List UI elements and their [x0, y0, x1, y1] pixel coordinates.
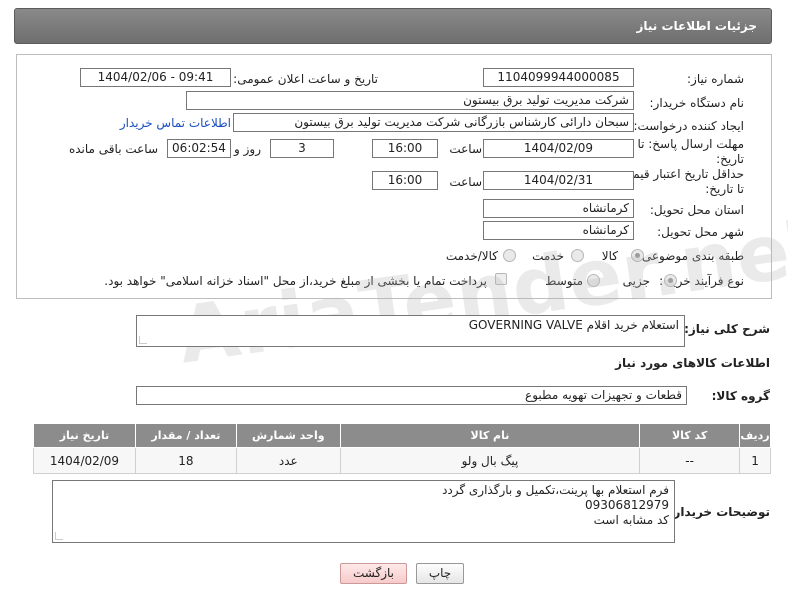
cell-code: --	[639, 447, 741, 474]
deadline-remaining-field: 06:02:54	[167, 139, 231, 158]
deadline-remaining-label: ساعت باقی مانده	[68, 142, 158, 156]
treasury-payment-note: پرداخت تمام یا بخشی از مبلغ خرید،از محل …	[104, 274, 487, 288]
page-title: جزئیات اطلاعات نیاز	[636, 19, 757, 33]
creator-label: ایجاد کننده درخواست:	[633, 119, 744, 133]
cell-date: 1404/02/09	[33, 447, 136, 474]
process-radio-medium[interactable]	[587, 274, 600, 287]
buyer-notes-label: توضیحات خریدار:	[668, 505, 770, 519]
goods-group-label: گروه کالا:	[711, 389, 770, 403]
summary-label: شرح کلی نیاز:	[684, 322, 770, 336]
summary-field: استعلام خرید اقلام GOVERNING VALVE	[136, 315, 685, 347]
goods-group-field: قطعات و تجهیزات تهویه مطبوع	[136, 386, 687, 405]
page-header: جزئیات اطلاعات نیاز	[14, 8, 772, 44]
process-option-minor: جزیی	[622, 274, 650, 288]
need-number-field: 1104099944000085	[483, 68, 634, 87]
resize-grip-icon	[139, 336, 147, 344]
deadline-days-label: روز و	[234, 142, 261, 156]
province-label: استان محل تحویل:	[649, 203, 744, 217]
deadline-time-field: 16:00	[372, 139, 438, 158]
treasury-payment-checkbox[interactable]	[495, 273, 507, 285]
buyer-notes-line: 09306812979	[585, 498, 669, 512]
deadline-days-field: 3	[270, 139, 334, 158]
buyer-notes-field: فرم استعلام بها پرینت،تکمیل و بارگذاری گ…	[52, 480, 675, 543]
city-field: کرمانشاه	[483, 221, 634, 240]
col-header-unit: واحد شمارش	[235, 423, 341, 448]
table-header-row: ردیف کد کالا نام کالا واحد شمارش تعداد /…	[33, 423, 771, 448]
announce-field: 1404/02/06 - 09:41	[80, 68, 231, 87]
cell-unit: عدد	[235, 447, 341, 474]
buyer-org-label: نام دستگاه خریدار:	[649, 96, 745, 110]
back-button[interactable]: بازگشت	[340, 563, 407, 584]
category-radio-goods[interactable]	[631, 249, 644, 262]
buyer-notes-line: کد مشابه است	[593, 513, 669, 527]
buyer-org-field: شرکت مدیریت تولید برق بیستون	[186, 91, 634, 110]
price-validity-date-field: 1404/02/31	[483, 171, 634, 190]
col-header-code: کد کالا	[639, 423, 741, 448]
announce-label: تاریخ و ساعت اعلان عمومی:	[233, 72, 378, 86]
price-validity-time-field: 16:00	[372, 171, 438, 190]
col-header-date: تاریخ نیاز	[33, 423, 136, 448]
province-field: کرمانشاه	[483, 199, 634, 218]
col-header-name: نام کالا	[339, 423, 641, 448]
col-header-qty: تعداد / مقدار	[134, 423, 237, 448]
buyer-contact-link[interactable]: اطلاعات تماس خریدار	[120, 116, 231, 130]
need-number-label: شماره نیاز:	[687, 72, 744, 86]
category-option-goods: کالا	[601, 249, 618, 263]
category-radio-goods-service[interactable]	[503, 249, 516, 262]
summary-text: استعلام خرید اقلام GOVERNING VALVE	[468, 318, 679, 332]
deadline-date-field: 1404/02/09	[483, 139, 634, 158]
buyer-notes-line: فرم استعلام بها پرینت،تکمیل و بارگذاری گ…	[442, 483, 669, 497]
city-label: شهر محل تحویل:	[657, 225, 744, 239]
resize-grip-icon	[55, 532, 63, 540]
cell-qty: 18	[134, 447, 237, 474]
col-header-row-no: ردیف	[739, 423, 771, 448]
price-validity-label-line2: تا تاریخ:	[705, 182, 744, 196]
category-option-goods-service: کالا/خدمت	[445, 249, 498, 263]
price-validity-time-label: ساعت	[449, 175, 482, 189]
category-label: طبقه بندی موضوعی:	[637, 249, 744, 263]
category-radio-service[interactable]	[571, 249, 584, 262]
deadline-label-line2: تاریخ:	[716, 152, 744, 166]
items-table: ردیف کد کالا نام کالا واحد شمارش تعداد /…	[33, 423, 771, 474]
creator-field: سبحان دارائی کارشناس بازرگانی شرکت مدیری…	[233, 113, 634, 132]
process-option-medium: متوسط	[545, 274, 583, 288]
price-validity-label-line1: حداقل تاریخ اعتبار قیمت:	[617, 167, 744, 181]
cell-name: پیگ بال ولو	[339, 447, 641, 474]
deadline-label-line1: مهلت ارسال پاسخ: تا	[637, 137, 744, 151]
process-radio-minor[interactable]	[664, 274, 677, 287]
cell-row-no: 1	[739, 447, 771, 474]
category-option-service: خدمت	[532, 249, 564, 263]
table-row: 1 -- پیگ بال ولو عدد 18 1404/02/09	[33, 447, 771, 474]
deadline-time-label: ساعت	[449, 142, 482, 156]
items-section-title: اطلاعات کالاهای مورد نیاز	[615, 356, 770, 370]
print-button[interactable]: چاپ	[416, 563, 464, 584]
